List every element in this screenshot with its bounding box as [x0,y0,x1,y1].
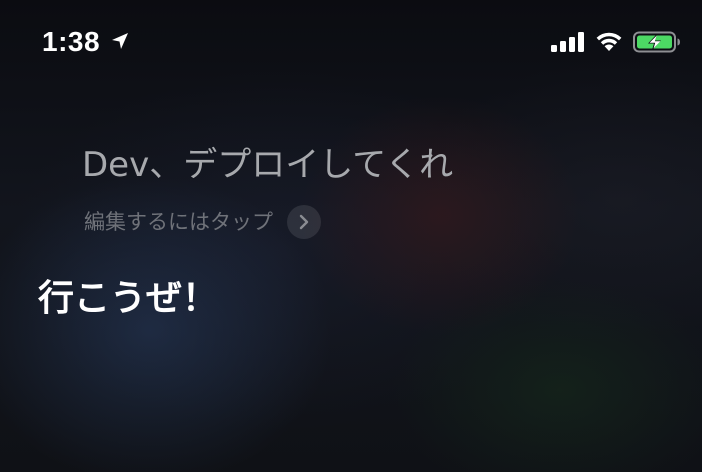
edit-chevron-button[interactable] [287,205,321,239]
status-time: 1:38 [42,26,101,57]
battery-charging-icon [633,31,680,53]
signal-icon [551,32,584,52]
wifi-icon [596,32,622,51]
tap-to-edit-label[interactable]: 編集するにはタップ [84,208,273,236]
tap-to-edit-row[interactable]: 編集するにはタップ [84,204,321,240]
chevron-right-icon [299,214,309,230]
status-bar: 1:38 [0,0,702,84]
siri-response-text: 行こうぜ！ [38,278,219,319]
location-icon [112,33,128,49]
siri-request-text[interactable]: Dev、デプロイしてくれ [82,143,453,187]
